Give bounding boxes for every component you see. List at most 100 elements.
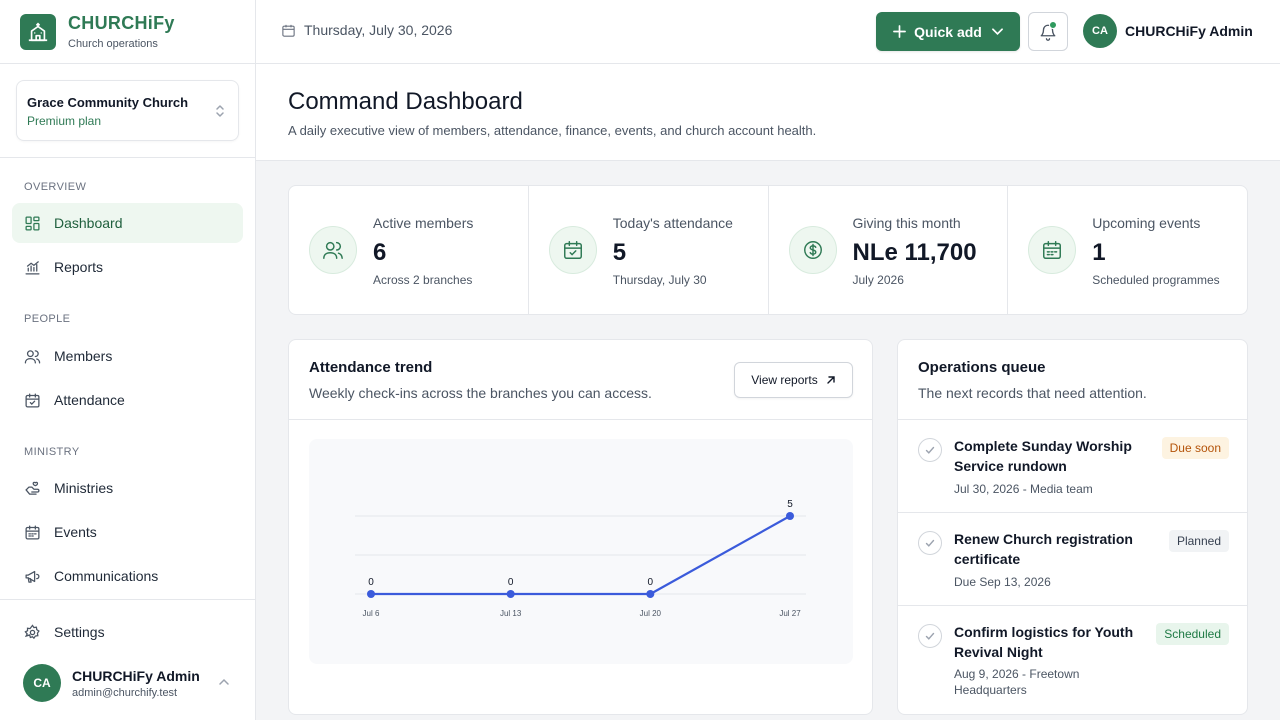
sidebar-item-members[interactable]: Members — [12, 336, 243, 376]
list-item[interactable]: Complete Sunday Worship Service rundown … — [898, 419, 1247, 512]
topbar: Thursday, July 30, 2026 Quick add CA CHU… — [256, 0, 1280, 64]
sidebar-item-communications[interactable]: Communications — [12, 556, 243, 596]
user-email: admin@churchify.test — [72, 686, 178, 699]
view-reports-label: View reports — [751, 373, 818, 387]
x-tick-label: Jul 13 — [500, 609, 522, 618]
view-reports-button[interactable]: View reports — [734, 362, 853, 398]
megaphone-icon — [25, 570, 40, 583]
sidebar-item-label: Members — [54, 348, 113, 364]
calendar-check-icon — [25, 392, 40, 408]
dashboard-grid-icon — [25, 215, 40, 231]
task-meta: Jul 30, 2026 - Media team — [954, 482, 1093, 496]
check-circle-icon[interactable] — [918, 624, 942, 648]
calendar-check-icon — [548, 226, 597, 274]
sidebar-item-label: Communications — [54, 568, 159, 584]
section-label-ministry: MINISTRY — [24, 446, 80, 458]
sidebar-item-label: Settings — [54, 624, 105, 640]
sidebar-item-label: Dashboard — [54, 215, 123, 231]
section-label-people: PEOPLE — [24, 313, 71, 325]
kpi-upcoming-events: Upcoming events 1 Scheduled programmes — [1008, 186, 1247, 314]
page-header: Command Dashboard A daily executive view… — [256, 64, 1280, 161]
sidebar-item-label: Reports — [54, 259, 104, 275]
sidebar-item-events[interactable]: Events — [12, 512, 243, 552]
sidebar-user-menu[interactable]: CA CHURCHiFy Admin admin@churchify.test — [23, 663, 238, 703]
task-meta: Due Sep 13, 2026 — [954, 575, 1051, 589]
data-point — [646, 590, 655, 598]
task-meta: Aug 9, 2026 - Freetown Headquarters — [954, 667, 1080, 697]
status-badge: Due soon — [1161, 437, 1229, 459]
check-circle-icon[interactable] — [918, 531, 942, 555]
calendar-icon — [1028, 226, 1077, 274]
attendance-chart: 0 0 0 5 Jul 6 Jul 13 Jul 20 Jul 27 — [309, 439, 853, 664]
sidebar-item-reports[interactable]: Reports — [12, 247, 243, 287]
data-point — [367, 590, 375, 598]
church-plan: Premium plan — [27, 114, 102, 128]
sidebar-item-attendance[interactable]: Attendance — [12, 380, 243, 420]
kpi-label: Today's attendance — [612, 215, 733, 231]
kpi-label: Giving this month — [852, 215, 961, 231]
sidebar-item-label: Attendance — [54, 392, 125, 408]
sidebar-divider — [0, 599, 256, 600]
x-tick-label: Jul 27 — [779, 609, 801, 618]
kpi-giving-this-month: Giving this month NLe 11,700 July 2026 — [769, 186, 1009, 314]
kpi-caption: Across 2 branches — [373, 273, 473, 287]
notification-dot — [1049, 21, 1057, 29]
kpi-caption: Scheduled programmes — [1092, 273, 1220, 287]
task-title: Renew Church registration certificate — [954, 531, 1133, 567]
avatar: CA — [23, 664, 61, 702]
check-circle-icon[interactable] — [918, 438, 942, 462]
kpi-value: NLe 11,700 — [852, 239, 977, 266]
user-name: CHURCHiFy Admin — [1125, 23, 1253, 39]
notifications-button[interactable] — [1028, 12, 1068, 51]
users-icon — [24, 349, 41, 364]
chevron-up-icon — [219, 678, 229, 685]
sidebar-item-settings[interactable]: Settings — [12, 612, 243, 652]
quick-add-label: Quick add — [914, 23, 982, 40]
current-date-text: Thursday, July 30, 2026 — [304, 22, 453, 38]
church-selector[interactable]: Grace Community Church Premium plan — [16, 80, 239, 141]
calendar-icon — [25, 524, 40, 540]
card-divider — [289, 419, 872, 420]
data-label: 5 — [787, 499, 793, 510]
church-name: Grace Community Church — [27, 95, 189, 110]
attendance-line-chart: 0 0 0 5 Jul 6 Jul 13 Jul 20 Jul 27 — [355, 499, 806, 618]
kpi-value: 1 — [1092, 239, 1106, 266]
kpi-label: Upcoming events — [1092, 215, 1201, 231]
gear-icon — [24, 623, 40, 639]
list-item[interactable]: Renew Church registration certificate Du… — [898, 512, 1247, 605]
operations-queue-card: Operations queue The next records that n… — [897, 339, 1248, 715]
sidebar-divider — [0, 157, 256, 158]
sidebar: CHURCHiFy Church operations Grace Commun… — [0, 0, 256, 720]
data-label: 0 — [648, 577, 654, 588]
brand-name: CHURCHiFy — [68, 13, 175, 33]
task-title: Complete Sunday Worship Service rundown — [954, 438, 1132, 474]
kpi-caption: Thursday, July 30 — [612, 273, 707, 287]
kpi-active-members: Active members 6 Across 2 branches — [289, 186, 529, 314]
list-item[interactable]: Confirm logistics for Youth Revival Nigh… — [898, 605, 1247, 698]
sidebar-item-dashboard[interactable]: Dashboard — [12, 203, 243, 243]
chevron-up-down-icon — [216, 105, 224, 117]
data-label: 0 — [508, 577, 514, 588]
current-date: Thursday, July 30, 2026 — [281, 22, 452, 38]
kpi-value: 6 — [373, 239, 387, 266]
brand-subtitle: Church operations — [68, 38, 158, 50]
quick-add-button[interactable]: Quick add — [876, 12, 1020, 51]
sidebar-item-ministries[interactable]: Ministries — [12, 468, 243, 508]
user-name: CHURCHiFy Admin — [72, 667, 200, 684]
calendar-icon — [282, 24, 295, 37]
chevron-down-icon — [991, 27, 1003, 35]
page-title: Command Dashboard — [288, 88, 523, 115]
card-title: Attendance trend — [309, 359, 433, 376]
brand[interactable]: CHURCHiFy Church operations — [0, 0, 255, 64]
topbar-user-menu[interactable]: CA CHURCHiFy Admin — [1083, 14, 1253, 48]
x-tick-label: Jul 20 — [640, 609, 662, 618]
status-badge: Scheduled — [1156, 623, 1229, 645]
data-point — [786, 512, 794, 520]
status-badge: Planned — [1168, 530, 1229, 552]
hand-heart-icon — [25, 481, 40, 495]
chart-icon — [25, 260, 40, 275]
kpi-caption: July 2026 — [852, 273, 904, 287]
sidebar-item-label: Ministries — [54, 480, 114, 496]
x-tick-label: Jul 6 — [363, 609, 380, 618]
card-subtitle: The next records that need attention. — [918, 385, 1147, 401]
